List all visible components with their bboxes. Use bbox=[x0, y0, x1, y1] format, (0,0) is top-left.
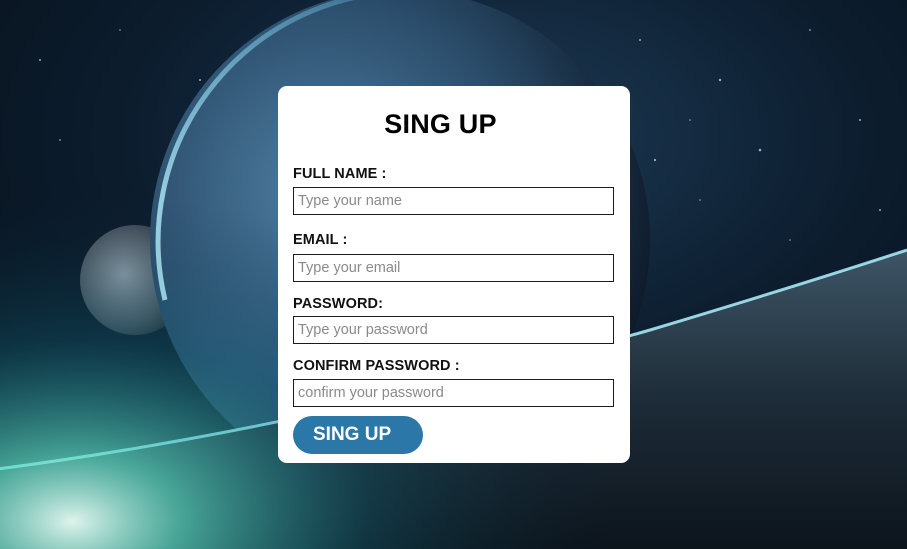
confirm-password-input[interactable] bbox=[293, 379, 614, 407]
password-input[interactable] bbox=[293, 316, 614, 344]
full-name-label: FULL NAME : bbox=[293, 166, 387, 182]
email-input[interactable] bbox=[293, 254, 614, 282]
password-label: PASSWORD: bbox=[293, 296, 384, 312]
full-name-input[interactable] bbox=[293, 187, 614, 215]
email-label: EMAIL : bbox=[293, 232, 348, 248]
signup-button[interactable]: SING UP bbox=[293, 416, 423, 454]
confirm-password-label: CONFIRM PASSWORD : bbox=[293, 358, 460, 374]
signup-card: SING UP FULL NAME : EMAIL : PASSWORD: CO… bbox=[278, 86, 630, 463]
signup-title: SING UP bbox=[384, 109, 497, 139]
